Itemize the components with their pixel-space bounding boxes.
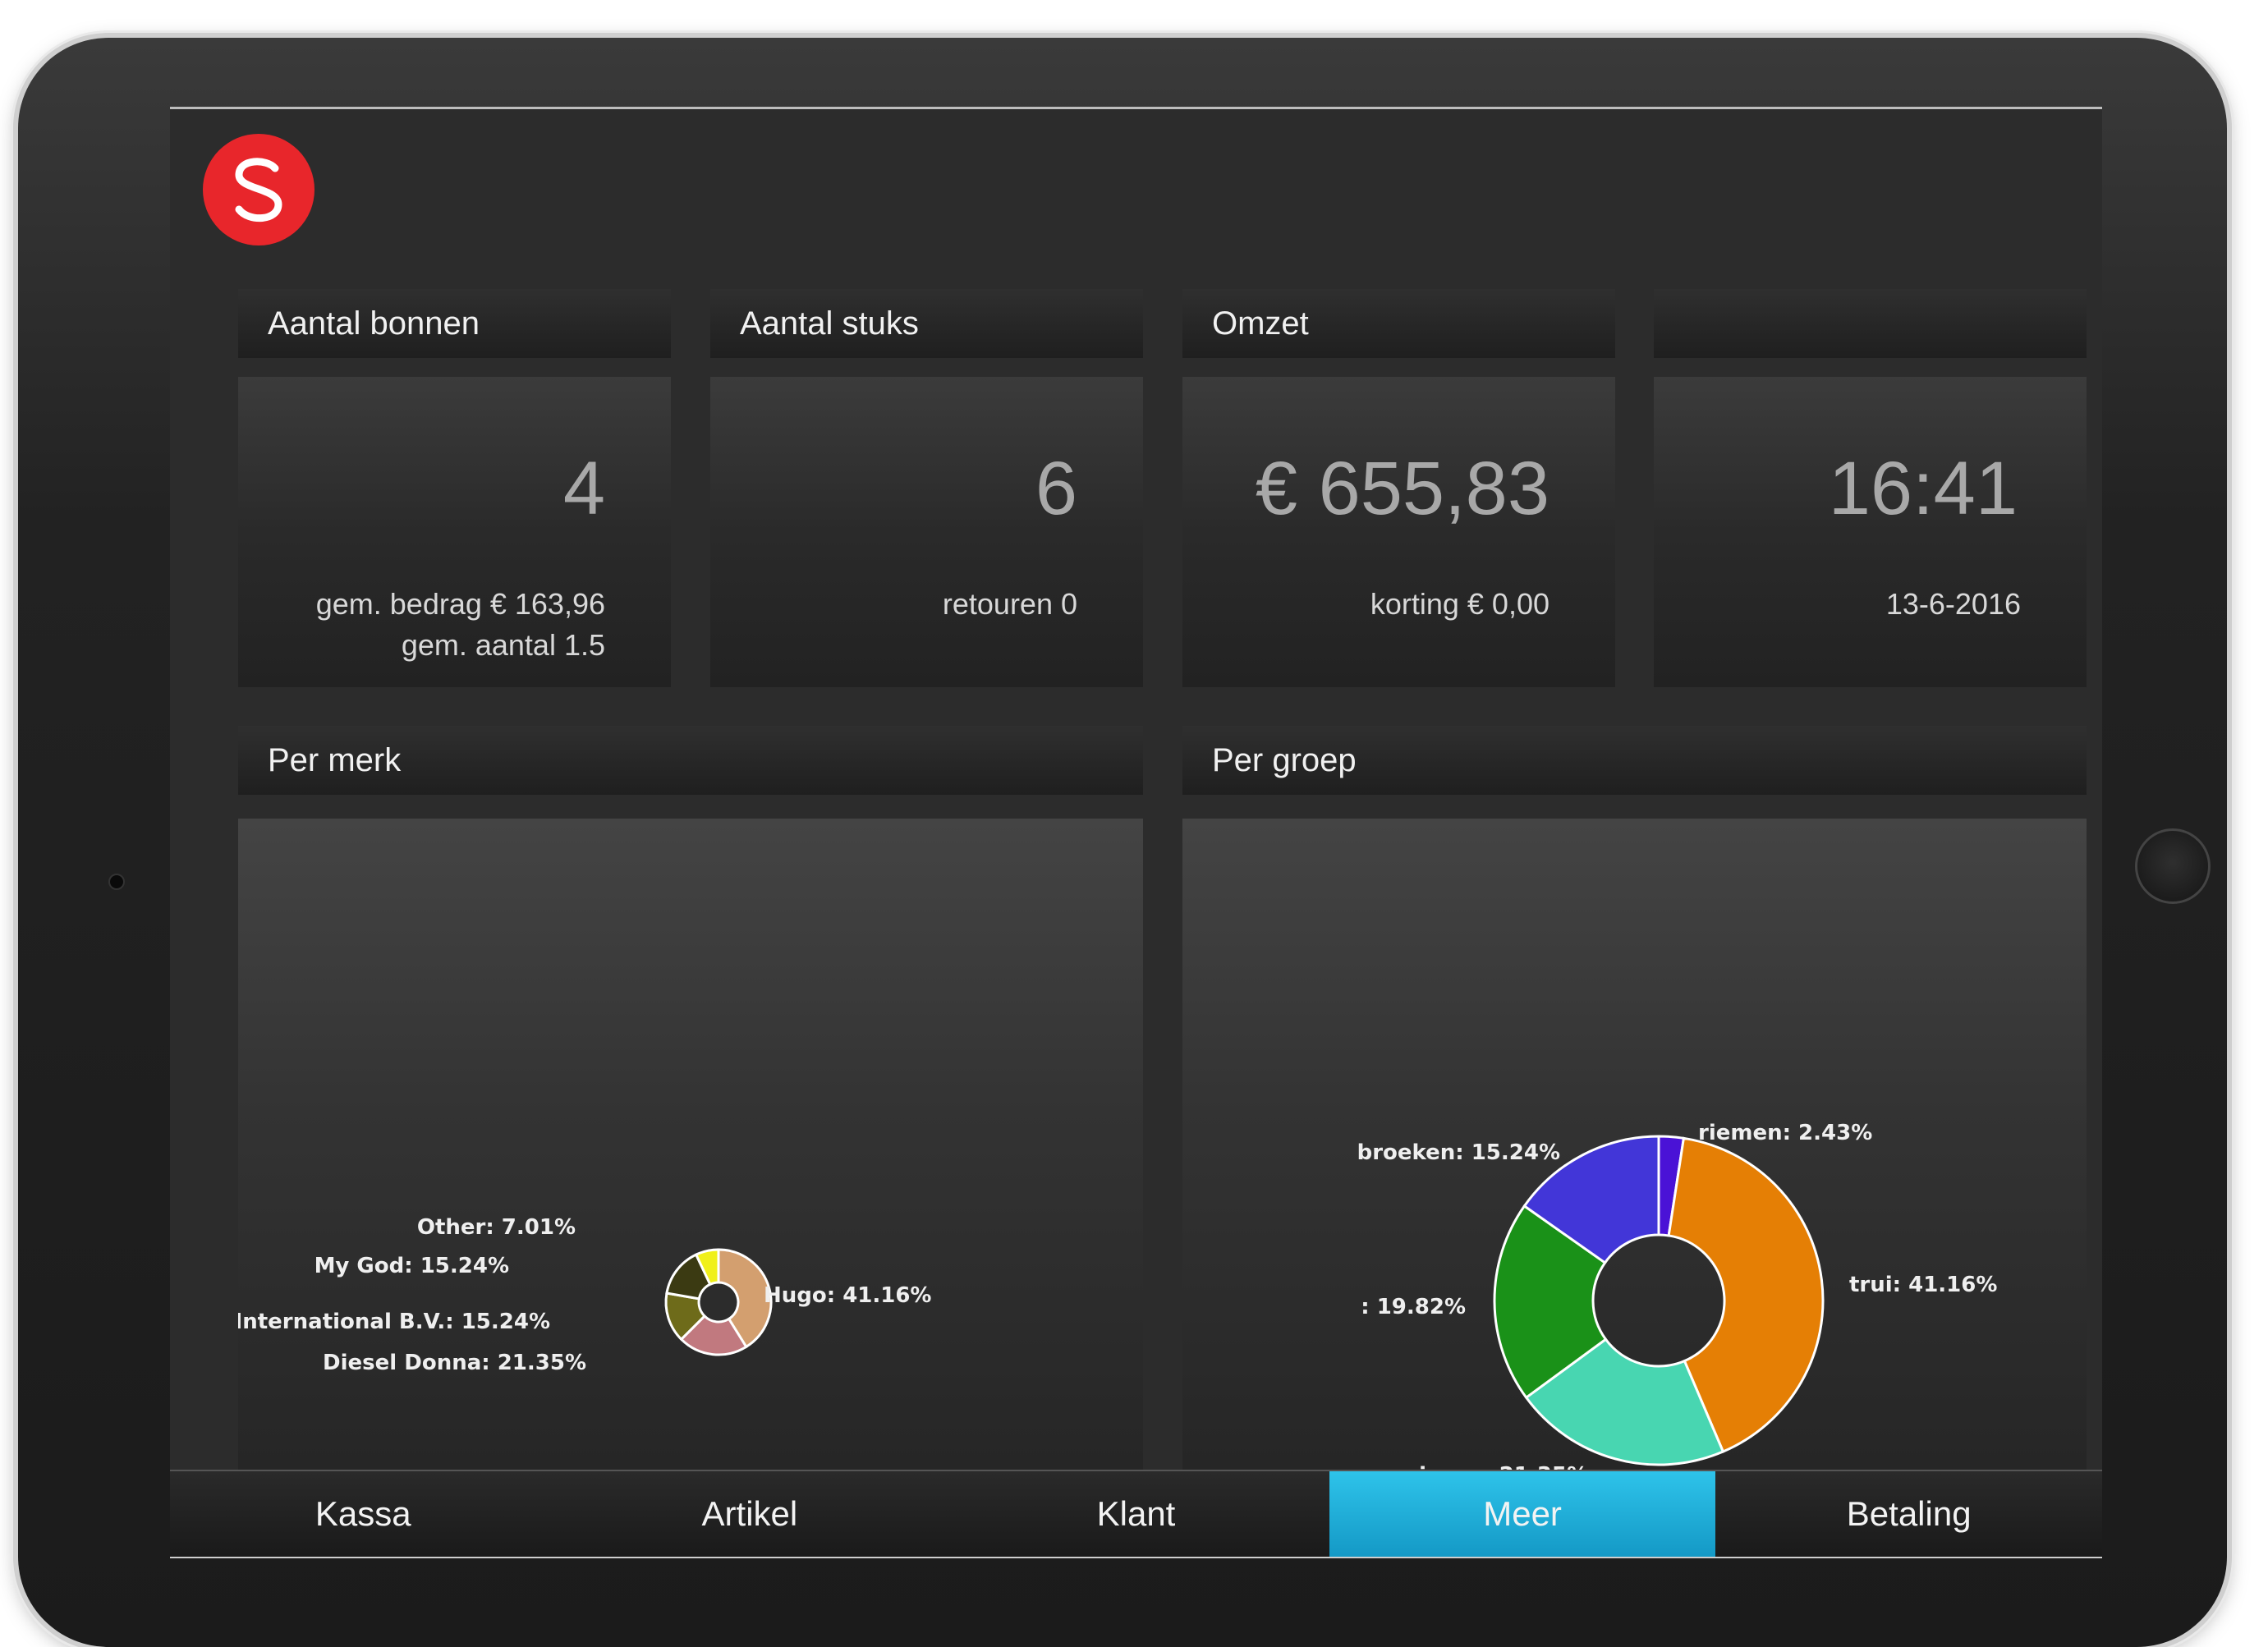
slice-label: jeans: 21.35% — [1418, 1463, 1588, 1470]
stat-value: 4 — [562, 447, 605, 530]
stat-header-omzet: Omzet — [1182, 289, 1615, 358]
stat-sub: 13-6-2016 — [1885, 587, 2021, 621]
home-button[interactable] — [2135, 828, 2211, 904]
slice-label: riemen: 2.43% — [1698, 1121, 1872, 1145]
stat-value: 16:41 — [1828, 447, 2018, 530]
slice-label: G-Star International B.V.: 15.24% — [238, 1310, 550, 1334]
stat-panel-omzet: € 655,83 korting € 0,00 — [1182, 377, 1615, 687]
tab-betaling[interactable]: Betaling — [1715, 1471, 2102, 1557]
slice-label: Hugo: 41.16% — [764, 1283, 931, 1308]
slice-label: My God: 15.24% — [314, 1254, 509, 1278]
stat-sub: gem. aantal 1.5 — [401, 628, 605, 662]
chart-panel-merk: Hugo: 41.16% Diesel Donna: 21.35% G-Star I… — [170, 819, 1143, 1470]
donut-chart-groep: riemen: 2.43% trui: 41.16% jeans: 21.35% : … — [1357, 1121, 1998, 1488]
tab-bar: Kassa Artikel Klant Meer Betaling — [170, 1470, 2102, 1558]
app-screen: Aantal bonnen Aantal stuks Omzet 4 gem. … — [170, 107, 2102, 1558]
stat-header-stuks: Aantal stuks — [710, 289, 1143, 358]
stat-sub: gem. bedrag € 163,96 — [315, 587, 605, 621]
stat-value: € 655,83 — [1255, 447, 1549, 530]
stat-panel-time: 16:41 13-6-2016 — [1654, 377, 2087, 687]
stat-value: 6 — [1035, 447, 1077, 530]
logo-letter-icon — [235, 158, 282, 223]
stat-header-time — [1654, 289, 2087, 358]
slice-label: broeken: 15.24% — [1357, 1140, 1560, 1165]
app-logo — [203, 134, 314, 245]
tab-kassa[interactable]: Kassa — [170, 1471, 557, 1557]
camera-icon — [108, 874, 125, 890]
stat-panel-bonnen: 4 gem. bedrag € 163,96 gem. aantal 1.5 — [238, 377, 671, 687]
tab-klant[interactable]: Klant — [943, 1471, 1329, 1557]
tab-meer[interactable]: Meer — [1329, 1471, 1716, 1557]
slice-label: Other: 7.01% — [417, 1215, 576, 1240]
slice-label: Diesel Donna: 21.35% — [323, 1351, 586, 1375]
stat-panel-stuks: 6 retouren 0 — [710, 377, 1143, 687]
slice-label: trui: 41.16% — [1849, 1273, 1997, 1297]
chart-header-merk: Per merk — [238, 726, 1143, 795]
chart-panel-groep: riemen: 2.43% trui: 41.16% jeans: 21.35% : … — [1182, 819, 2087, 1488]
stat-header-bonnen: Aantal bonnen — [238, 289, 671, 358]
stat-sub: korting € 0,00 — [1370, 587, 1549, 621]
tab-artikel[interactable]: Artikel — [557, 1471, 943, 1557]
slice-label: : 19.82% — [1361, 1295, 1466, 1319]
chart-header-groep: Per groep — [1182, 726, 2087, 795]
stat-sub: retouren 0 — [942, 587, 1077, 621]
donut-chart-merk: Hugo: 41.16% Diesel Donna: 21.35% G-Star I… — [170, 1215, 931, 1375]
